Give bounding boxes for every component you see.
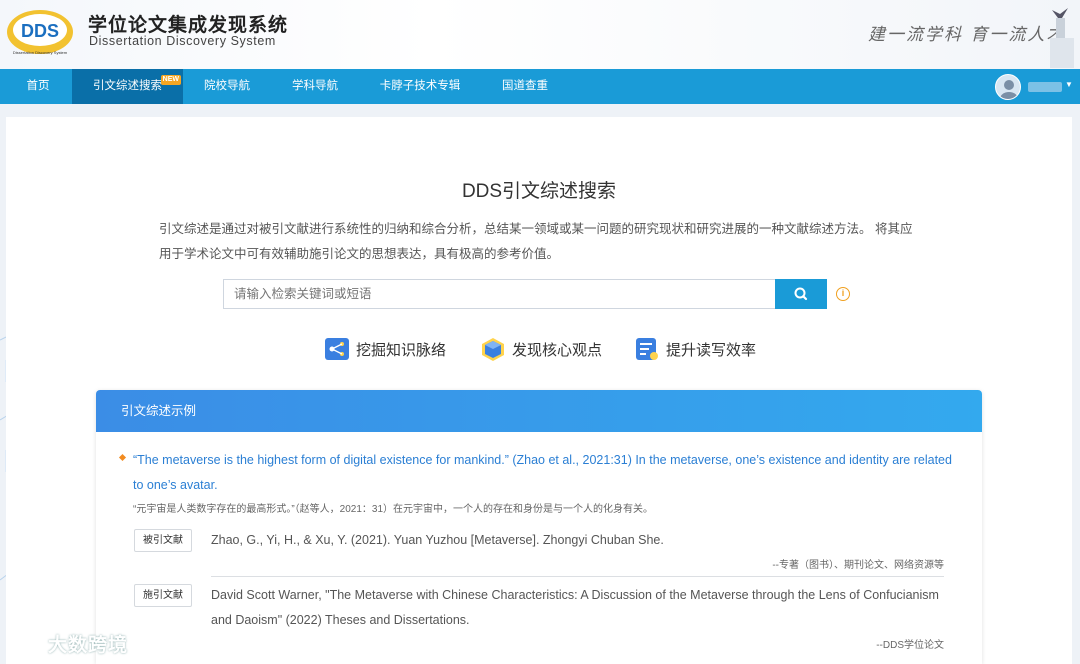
cube-icon (482, 338, 504, 361)
nav-item-bottleneck-tech[interactable]: 卡脖子技术专辑 (370, 69, 470, 104)
page-description: 引文综述是通过对被引文献进行系统性的归纳和综合分析，总结某一领域或某一问题的研究… (159, 222, 913, 261)
main-content: DDS引文综述搜索 引文综述是通过对被引文献进行系统性的归纳和综合分析，总结某一… (6, 117, 1072, 664)
divider (211, 576, 944, 577)
feature-knowledge-context: 挖掘知识脉络 (324, 335, 446, 363)
nav-item-home[interactable]: 首页 (0, 69, 76, 104)
feature-core-viewpoints: 发现核心观点 (480, 335, 602, 363)
network-icon (325, 338, 349, 360)
watermark-logo-icon (10, 635, 43, 652)
cited-reference-text: Zhao, G., Yi, H., & Xu, Y. (2021). Yuan … (211, 533, 664, 547)
site-subtitle: Dissertation Discovery System (89, 34, 276, 48)
search-button[interactable] (775, 279, 827, 309)
info-icon[interactable]: i (836, 287, 850, 301)
feature-label: 挖掘知识脉络 (356, 341, 447, 359)
nav-label: 首页 (26, 80, 50, 92)
nav-label: 卡脖子技术专辑 (379, 80, 461, 92)
example-panel-heading: 引文综述示例 (96, 390, 982, 432)
logo-badge-small-text: Dissertation Discovery System (13, 50, 68, 55)
nav-item-citation-search[interactable]: 引文综述搜索 NEW (72, 69, 183, 104)
feature-label: 提升读写效率 (666, 341, 757, 359)
nav-label: 国道查重 (502, 80, 548, 92)
user-avatar[interactable] (995, 74, 1021, 100)
feature-read-write-efficiency: 提升读写效率 (634, 335, 756, 363)
nav-item-school-nav[interactable]: 院校导航 (190, 69, 264, 104)
example-quote-chinese: “元宇宙是人类数字存在的最高形式。”（赵等人，2021：31）在元宇宙中，一个人… (133, 504, 654, 515)
nav-label: 院校导航 (204, 80, 250, 92)
chevron-down-icon[interactable]: ▼ (1065, 80, 1073, 89)
search-icon (794, 287, 808, 301)
logo-badge-text: DDS (21, 21, 59, 41)
dds-logo[interactable]: DDS Dissertation Discovery System (6, 6, 76, 58)
new-badge: NEW (160, 75, 181, 85)
nav-label: 学科导航 (292, 80, 338, 92)
slogan: 建一流学科 育一流人才 (868, 25, 1066, 45)
site-title: 学位论文集成发现系统 (88, 15, 289, 36)
search-input[interactable] (223, 279, 777, 309)
watermark: 大数跨境 (8, 630, 128, 657)
cited-reference-source: --专著（图书）、期刊论文、网络资源等 (772, 560, 944, 571)
nav-item-subject-nav[interactable]: 学科导航 (278, 69, 352, 104)
example-quote-english[interactable]: “The metaverse is the highest form of di… (133, 448, 963, 498)
citing-reference-tag: 施引文献 (134, 584, 192, 607)
citing-reference-source: --DDS学位论文 (876, 640, 944, 651)
cited-reference-tag: 被引文献 (134, 529, 192, 552)
feature-label: 发现核心观点 (512, 341, 603, 359)
document-icon (636, 338, 658, 360)
bullet-icon (118, 453, 127, 462)
nav-item-plagiarism-check[interactable]: 国道查重 (490, 69, 560, 104)
username-redacted[interactable] (1028, 82, 1062, 92)
watermark-text: 大数跨境 (48, 635, 129, 656)
sculpture-icon (1050, 8, 1074, 68)
nav-label: 引文综述搜索 (93, 80, 162, 92)
citing-reference-text: David Scott Warner, "The Metaverse with … (211, 588, 939, 627)
page-title: DDS引文综述搜索 (461, 181, 617, 202)
main-nav: 首页 引文综述搜索 NEW 院校导航 学科导航 卡脖子技术专辑 国道查重 (0, 69, 1080, 104)
example-panel: 引文综述示例 “The metaverse is the highest for… (96, 390, 982, 664)
site-header: DDS Dissertation Discovery System 学位论文集成… (0, 0, 1080, 69)
